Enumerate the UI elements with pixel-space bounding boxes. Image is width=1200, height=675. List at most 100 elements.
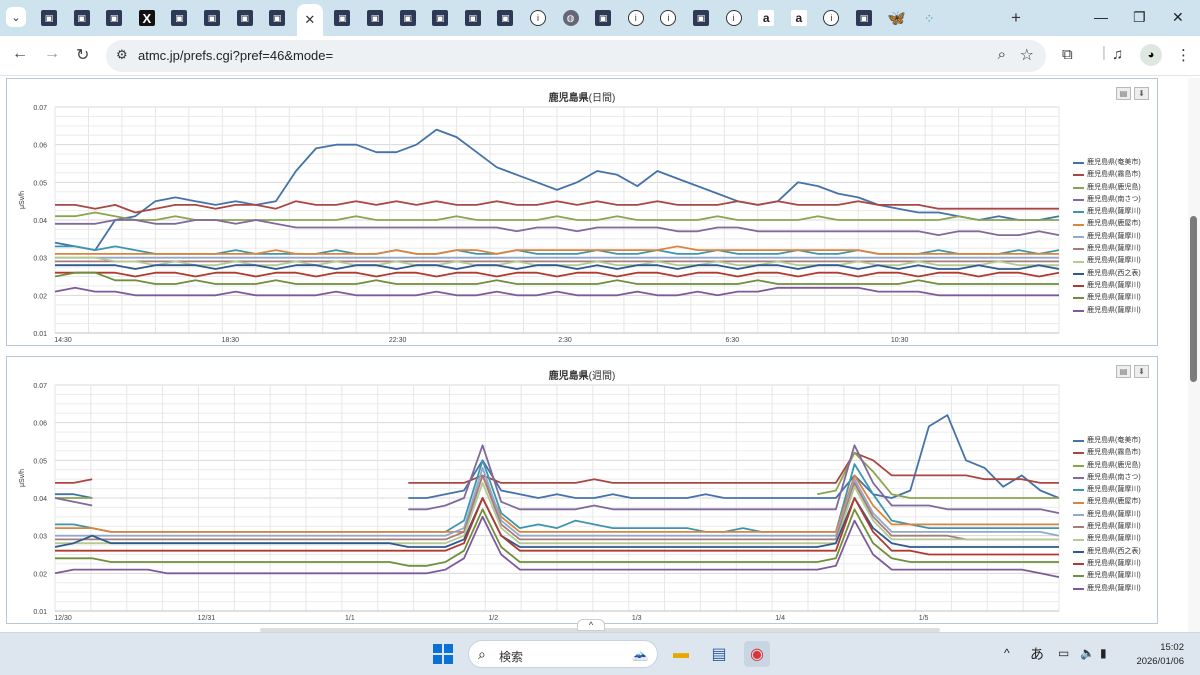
tray-overflow-icon[interactable]: ^ bbox=[1004, 646, 1010, 660]
legend-item[interactable]: 鹿児島県(西之表) bbox=[1073, 268, 1141, 280]
legend-label: 鹿児島県(薩摩川) bbox=[1087, 572, 1141, 580]
browser-tab[interactable]: ▣ bbox=[427, 6, 453, 30]
y-tick-label: 0.04 bbox=[33, 218, 47, 225]
notepad-icon[interactable]: ▤ bbox=[706, 641, 732, 667]
tab-search-chevron-icon[interactable]: ⌄ bbox=[6, 7, 26, 27]
chrome-icon[interactable]: ◉ bbox=[744, 641, 770, 667]
legend-item[interactable]: 鹿児島県(鹿屋市) bbox=[1073, 218, 1141, 230]
legend-item[interactable]: 鹿児島県(薩摩川) bbox=[1073, 231, 1141, 243]
bookmark-star-icon[interactable]: ☆ bbox=[1020, 45, 1034, 65]
search-placeholder: 検索 bbox=[499, 650, 524, 664]
address-bar[interactable]: ⚙ atmc.jp/prefs.cgi?pref=46&mode= ⌕ ☆ bbox=[106, 40, 1046, 72]
scroll-up-button[interactable]: ^ bbox=[577, 619, 605, 631]
close-window-icon[interactable]: ✕ bbox=[1172, 9, 1184, 26]
file-explorer-icon[interactable]: ▬ bbox=[668, 641, 694, 667]
legend-item[interactable]: 鹿児島県(鹿屋市) bbox=[1073, 496, 1141, 508]
browser-tab[interactable]: ▣ bbox=[590, 6, 616, 30]
forward-icon[interactable]: → bbox=[44, 45, 60, 63]
volume-icon[interactable]: 🔈 bbox=[1080, 646, 1095, 660]
browser-tab[interactable]: ▣ bbox=[166, 6, 192, 30]
browser-tab[interactable]: i bbox=[655, 6, 681, 30]
legend-item[interactable]: 鹿児島県(薩摩川) bbox=[1073, 570, 1141, 582]
reload-icon[interactable]: ↻ bbox=[76, 45, 89, 65]
battery-icon[interactable]: ▮ bbox=[1100, 646, 1107, 660]
legend-swatch bbox=[1073, 587, 1084, 590]
new-tab-button[interactable]: + bbox=[1011, 8, 1021, 28]
browser-tab[interactable]: ▣ bbox=[329, 6, 355, 30]
vertical-scrollbar[interactable] bbox=[1188, 78, 1200, 632]
restore-icon[interactable]: ❐ bbox=[1133, 9, 1146, 26]
search-icon: ⌕ bbox=[478, 646, 486, 662]
browser-tab[interactable]: ▣ bbox=[264, 6, 290, 30]
clock[interactable]: 15:02 2026/01/06 bbox=[1128, 641, 1184, 669]
browser-tab[interactable]: ▣ bbox=[101, 6, 127, 30]
legend-item[interactable]: 鹿児島県(西之表) bbox=[1073, 546, 1141, 558]
back-icon[interactable]: ← bbox=[12, 45, 28, 63]
legend-item[interactable]: 鹿児島県(薩摩川) bbox=[1073, 255, 1141, 267]
browser-tab[interactable]: ▣ bbox=[362, 6, 388, 30]
browser-tab[interactable]: i bbox=[818, 6, 844, 30]
legend-label: 鹿児島県(薩摩川) bbox=[1087, 559, 1141, 567]
site-icon: ▣ bbox=[497, 10, 514, 26]
legend-item[interactable]: 鹿児島県(薩摩川) bbox=[1073, 292, 1141, 304]
legend-item[interactable]: 鹿児島県(薩摩川) bbox=[1073, 521, 1141, 533]
taskbar-search[interactable]: ⌕ 検索 🗻 bbox=[468, 640, 658, 668]
legend-item[interactable]: 鹿児島県(薩摩川) bbox=[1073, 206, 1141, 218]
menu-icon[interactable]: ⋮ bbox=[1176, 46, 1191, 64]
x-tick-label: 1/4 bbox=[775, 615, 785, 622]
browser-tab[interactable]: a bbox=[786, 6, 812, 30]
browser-tab[interactable]: ▣ bbox=[199, 6, 225, 30]
legend-item[interactable]: 鹿児島県(鹿児島) bbox=[1073, 182, 1141, 194]
browser-tab[interactable]: ◍ bbox=[558, 6, 584, 30]
y-tick-label: 0.05 bbox=[33, 180, 47, 187]
y-tick-label: 0.04 bbox=[33, 496, 47, 503]
network-icon[interactable]: ▭ bbox=[1058, 646, 1069, 660]
site-info-icon[interactable]: ⚙ bbox=[116, 47, 128, 63]
zoom-icon[interactable]: ⌕ bbox=[998, 46, 1006, 63]
browser-tab[interactable]: ▣ bbox=[688, 6, 714, 30]
browser-tab[interactable]: ✕ bbox=[296, 4, 323, 36]
windows-start-icon[interactable] bbox=[433, 644, 453, 664]
extensions-icon[interactable]: ⧉ bbox=[1062, 46, 1073, 63]
browser-tab[interactable]: X bbox=[134, 6, 160, 30]
legend-item[interactable]: 鹿児島県(霧島市) bbox=[1073, 447, 1141, 459]
legend-item[interactable]: 鹿児島県(薩摩川) bbox=[1073, 509, 1141, 521]
browser-tab[interactable]: i bbox=[721, 6, 747, 30]
browser-tab[interactable]: i bbox=[623, 6, 649, 30]
url-text[interactable]: atmc.jp/prefs.cgi?pref=46&mode= bbox=[138, 48, 333, 63]
clock-time: 15:02 bbox=[1160, 642, 1184, 653]
browser-tab[interactable]: i bbox=[525, 6, 551, 30]
legend-item[interactable]: 鹿児島県(奄美市) bbox=[1073, 435, 1141, 447]
legend-item[interactable]: 鹿児島県(霧島市) bbox=[1073, 169, 1141, 181]
amazon-icon: a bbox=[790, 10, 807, 26]
legend-item[interactable]: 鹿児島県(薩摩川) bbox=[1073, 280, 1141, 292]
browser-tab[interactable]: 🦋 bbox=[884, 6, 910, 30]
legend-item[interactable]: 鹿児島県(薩摩川) bbox=[1073, 533, 1141, 545]
legend-item[interactable]: 鹿児島県(南さつ) bbox=[1073, 194, 1141, 206]
site-icon: ▣ bbox=[269, 10, 286, 26]
legend-item[interactable]: 鹿児島県(薩摩川) bbox=[1073, 484, 1141, 496]
browser-tab[interactable]: ▣ bbox=[36, 6, 62, 30]
legend-item[interactable]: 鹿児島県(鹿児島) bbox=[1073, 460, 1141, 472]
browser-tab[interactable]: ▣ bbox=[492, 6, 518, 30]
ime-indicator[interactable]: あ bbox=[1030, 644, 1044, 664]
legend-item[interactable]: 鹿児島県(薩摩川) bbox=[1073, 558, 1141, 570]
browser-tab[interactable]: ▣ bbox=[395, 6, 421, 30]
legend-label: 鹿児島県(霧島市) bbox=[1087, 171, 1141, 179]
legend-item[interactable]: 鹿児島県(薩摩川) bbox=[1073, 583, 1141, 595]
browser-tab[interactable]: ⁘ bbox=[916, 6, 942, 30]
media-controls-icon[interactable]: ♫ bbox=[1112, 46, 1123, 63]
legend-item[interactable]: 鹿児島県(南さつ) bbox=[1073, 472, 1141, 484]
browser-tab[interactable]: ▣ bbox=[69, 6, 95, 30]
y-tick-label: 0.07 bbox=[33, 383, 47, 390]
browser-tab[interactable]: ▣ bbox=[232, 6, 258, 30]
scrollbar-thumb[interactable] bbox=[1190, 216, 1197, 382]
browser-tab[interactable]: ▣ bbox=[460, 6, 486, 30]
browser-tab[interactable]: ▣ bbox=[851, 6, 877, 30]
browser-tab[interactable]: a bbox=[753, 6, 779, 30]
legend-item[interactable]: 鹿児島県(薩摩川) bbox=[1073, 243, 1141, 255]
profile-avatar[interactable]: ◕ bbox=[1140, 44, 1162, 66]
legend-item[interactable]: 鹿児島県(奄美市) bbox=[1073, 157, 1141, 169]
minimize-icon[interactable]: — bbox=[1094, 9, 1108, 25]
legend-item[interactable]: 鹿児島県(薩摩川) bbox=[1073, 305, 1141, 317]
